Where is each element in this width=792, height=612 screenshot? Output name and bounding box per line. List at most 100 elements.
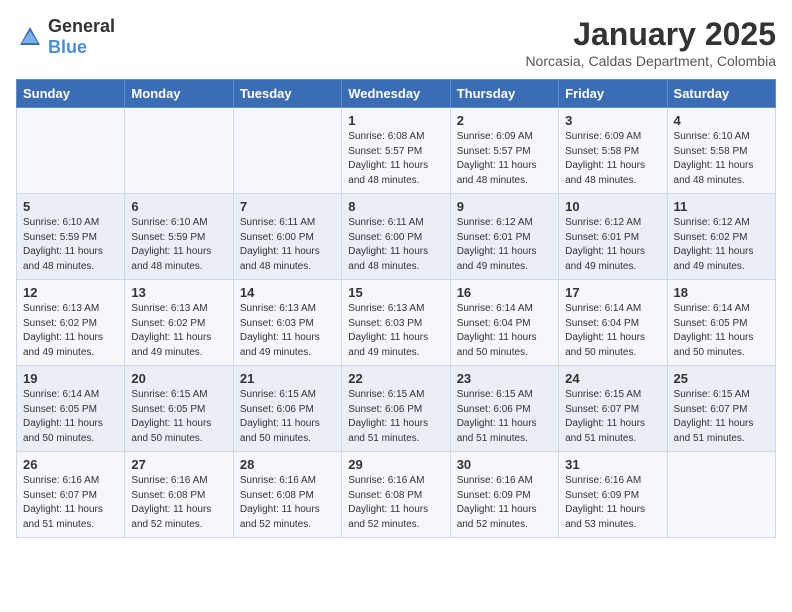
page-header: General Blue January 2025 Norcasia, Cald… <box>16 16 776 69</box>
day-number: 30 <box>457 457 552 472</box>
calendar-cell: 5Sunrise: 6:10 AM Sunset: 5:59 PM Daylig… <box>17 194 125 280</box>
logo-blue: Blue <box>48 37 87 57</box>
day-info: Sunrise: 6:13 AM Sunset: 6:02 PM Dayligh… <box>23 302 118 360</box>
calendar-cell <box>17 108 125 194</box>
day-info: Sunrise: 6:16 AM Sunset: 6:09 PM Dayligh… <box>457 474 552 532</box>
day-info: Sunrise: 6:14 AM Sunset: 6:05 PM Dayligh… <box>674 302 769 360</box>
day-number: 9 <box>457 199 552 214</box>
day-number: 26 <box>23 457 118 472</box>
day-info: Sunrise: 6:09 AM Sunset: 5:58 PM Dayligh… <box>565 130 660 188</box>
day-number: 18 <box>674 285 769 300</box>
month-year-title: January 2025 <box>525 16 776 53</box>
calendar-cell: 1 Sunrise: 6:08 AM Sunset: 5:57 PM Daylig… <box>342 108 450 194</box>
day-info: Sunrise: 6:11 AM Sunset: 6:00 PM Dayligh… <box>240 216 335 274</box>
calendar-cell: 9 Sunrise: 6:12 AM Sunset: 6:01 PM Daylig… <box>450 194 558 280</box>
day-info: Sunrise: 6:16 AM Sunset: 6:07 PM Dayligh… <box>23 474 118 532</box>
day-info: Sunrise: 6:16 AM Sunset: 6:09 PM Dayligh… <box>565 474 660 532</box>
day-number: 28 <box>240 457 335 472</box>
day-info: Sunrise: 6:14 AM Sunset: 6:05 PM Dayligh… <box>23 388 118 446</box>
calendar-cell: 25Sunrise: 6:15 AM Sunset: 6:07 PM Dayli… <box>667 366 775 452</box>
weekday-header: Friday <box>559 80 667 108</box>
calendar-cell: 13 Sunrise: 6:13 AM Sunset: 6:02 PM Dayli… <box>125 280 233 366</box>
day-number: 29 <box>348 457 443 472</box>
calendar-week-row: 19Sunrise: 6:14 AM Sunset: 6:05 PM Dayli… <box>17 366 776 452</box>
day-number: 7 <box>240 199 335 214</box>
calendar-cell: 20Sunrise: 6:15 AM Sunset: 6:05 PM Dayli… <box>125 366 233 452</box>
calendar-cell <box>667 452 775 538</box>
calendar-week-row: 12 Sunrise: 6:13 AM Sunset: 6:02 PM Dayli… <box>17 280 776 366</box>
day-number: 22 <box>348 371 443 386</box>
day-info: Sunrise: 6:13 AM Sunset: 6:03 PM Dayligh… <box>348 302 443 360</box>
calendar-cell: 18 Sunrise: 6:14 AM Sunset: 6:05 PM Dayli… <box>667 280 775 366</box>
day-info: Sunrise: 6:14 AM Sunset: 6:04 PM Dayligh… <box>457 302 552 360</box>
calendar-cell <box>125 108 233 194</box>
day-info: Sunrise: 6:15 AM Sunset: 6:07 PM Dayligh… <box>565 388 660 446</box>
day-info: Sunrise: 6:13 AM Sunset: 6:03 PM Dayligh… <box>240 302 335 360</box>
day-info: Sunrise: 6:16 AM Sunset: 6:08 PM Dayligh… <box>348 474 443 532</box>
calendar-cell: 11 Sunrise: 6:12 AM Sunset: 6:02 PM Dayli… <box>667 194 775 280</box>
calendar-cell: 2 Sunrise: 6:09 AM Sunset: 5:57 PM Daylig… <box>450 108 558 194</box>
day-number: 11 <box>674 199 769 214</box>
day-info: Sunrise: 6:12 AM Sunset: 6:02 PM Dayligh… <box>674 216 769 274</box>
day-info: Sunrise: 6:10 AM Sunset: 5:59 PM Dayligh… <box>131 216 226 274</box>
calendar-cell: 10 Sunrise: 6:12 AM Sunset: 6:01 PM Dayli… <box>559 194 667 280</box>
day-number: 31 <box>565 457 660 472</box>
weekday-header: Saturday <box>667 80 775 108</box>
day-number: 14 <box>240 285 335 300</box>
calendar-cell: 26 Sunrise: 6:16 AM Sunset: 6:07 PM Dayli… <box>17 452 125 538</box>
day-info: Sunrise: 6:15 AM Sunset: 6:06 PM Dayligh… <box>457 388 552 446</box>
day-number: 2 <box>457 113 552 128</box>
calendar-cell: 29 Sunrise: 6:16 AM Sunset: 6:08 PM Dayli… <box>342 452 450 538</box>
calendar-cell: 8 Sunrise: 6:11 AM Sunset: 6:00 PM Daylig… <box>342 194 450 280</box>
calendar-cell: 22Sunrise: 6:15 AM Sunset: 6:06 PM Dayli… <box>342 366 450 452</box>
day-info: Sunrise: 6:12 AM Sunset: 6:01 PM Dayligh… <box>457 216 552 274</box>
calendar-cell: 3 Sunrise: 6:09 AM Sunset: 5:58 PM Daylig… <box>559 108 667 194</box>
calendar-cell <box>233 108 341 194</box>
weekday-header: Wednesday <box>342 80 450 108</box>
logo: General Blue <box>16 16 115 58</box>
day-number: 4 <box>674 113 769 128</box>
calendar-cell: 31 Sunrise: 6:16 AM Sunset: 6:09 PM Dayli… <box>559 452 667 538</box>
calendar-cell: 24Sunrise: 6:15 AM Sunset: 6:07 PM Dayli… <box>559 366 667 452</box>
calendar-week-row: 1 Sunrise: 6:08 AM Sunset: 5:57 PM Daylig… <box>17 108 776 194</box>
day-info: Sunrise: 6:09 AM Sunset: 5:57 PM Dayligh… <box>457 130 552 188</box>
weekday-header-row: SundayMondayTuesdayWednesdayThursdayFrid… <box>17 80 776 108</box>
calendar-cell: 6Sunrise: 6:10 AM Sunset: 5:59 PM Daylig… <box>125 194 233 280</box>
day-number: 12 <box>23 285 118 300</box>
day-number: 16 <box>457 285 552 300</box>
day-number: 27 <box>131 457 226 472</box>
day-number: 25 <box>674 371 769 386</box>
logo-icon <box>16 23 44 51</box>
day-number: 5 <box>23 199 118 214</box>
calendar-cell: 7 Sunrise: 6:11 AM Sunset: 6:00 PM Daylig… <box>233 194 341 280</box>
day-info: Sunrise: 6:10 AM Sunset: 5:58 PM Dayligh… <box>674 130 769 188</box>
title-block: January 2025 Norcasia, Caldas Department… <box>525 16 776 69</box>
day-info: Sunrise: 6:13 AM Sunset: 6:02 PM Dayligh… <box>131 302 226 360</box>
day-number: 3 <box>565 113 660 128</box>
calendar-table: SundayMondayTuesdayWednesdayThursdayFrid… <box>16 79 776 538</box>
day-info: Sunrise: 6:12 AM Sunset: 6:01 PM Dayligh… <box>565 216 660 274</box>
day-number: 23 <box>457 371 552 386</box>
calendar-cell: 23 Sunrise: 6:15 AM Sunset: 6:06 PM Dayli… <box>450 366 558 452</box>
calendar-cell: 21 Sunrise: 6:15 AM Sunset: 6:06 PM Dayli… <box>233 366 341 452</box>
calendar-cell: 12 Sunrise: 6:13 AM Sunset: 6:02 PM Dayli… <box>17 280 125 366</box>
day-info: Sunrise: 6:15 AM Sunset: 6:05 PM Dayligh… <box>131 388 226 446</box>
day-info: Sunrise: 6:11 AM Sunset: 6:00 PM Dayligh… <box>348 216 443 274</box>
day-info: Sunrise: 6:15 AM Sunset: 6:06 PM Dayligh… <box>240 388 335 446</box>
day-info: Sunrise: 6:08 AM Sunset: 5:57 PM Dayligh… <box>348 130 443 188</box>
location-text: Norcasia, Caldas Department, Colombia <box>525 53 776 69</box>
day-info: Sunrise: 6:16 AM Sunset: 6:08 PM Dayligh… <box>131 474 226 532</box>
day-number: 8 <box>348 199 443 214</box>
day-number: 10 <box>565 199 660 214</box>
calendar-cell: 28Sunrise: 6:16 AM Sunset: 6:08 PM Dayli… <box>233 452 341 538</box>
calendar-cell: 19Sunrise: 6:14 AM Sunset: 6:05 PM Dayli… <box>17 366 125 452</box>
logo-general: General <box>48 16 115 36</box>
calendar-week-row: 5 Sunrise: 6:10 AM Sunset: 5:59 PM Daylig… <box>17 194 776 280</box>
day-number: 1 <box>348 113 443 128</box>
day-info: Sunrise: 6:14 AM Sunset: 6:04 PM Dayligh… <box>565 302 660 360</box>
day-number: 21 <box>240 371 335 386</box>
calendar-cell: 15Sunrise: 6:13 AM Sunset: 6:03 PM Dayli… <box>342 280 450 366</box>
day-number: 13 <box>131 285 226 300</box>
day-number: 17 <box>565 285 660 300</box>
calendar-cell: 30 Sunrise: 6:16 AM Sunset: 6:09 PM Dayli… <box>450 452 558 538</box>
